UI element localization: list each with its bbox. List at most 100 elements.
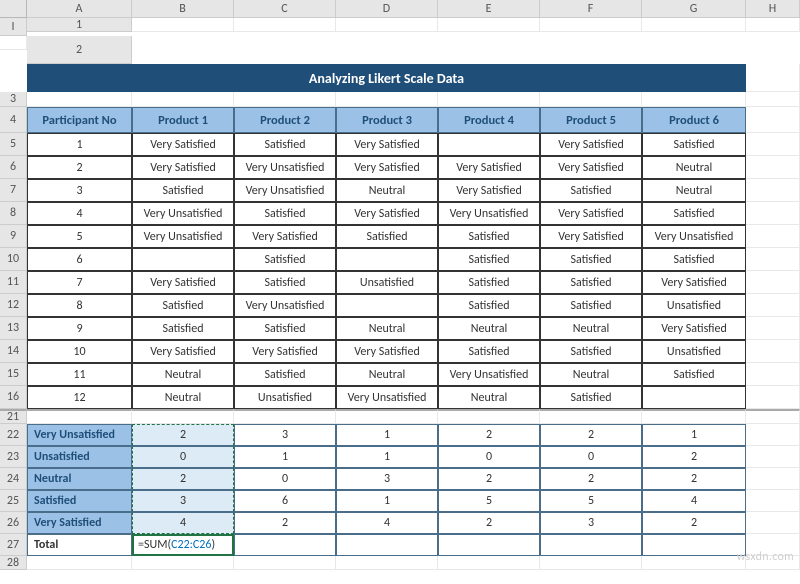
table-cell[interactable]: Unsatisfied xyxy=(336,271,438,294)
summary-cell[interactable] xyxy=(336,534,438,556)
summary-cell[interactable]: 2 xyxy=(132,468,234,490)
cell[interactable] xyxy=(336,18,438,32)
table-cell[interactable]: Very Satisfied xyxy=(540,133,642,156)
table-cell[interactable]: Satisfied xyxy=(132,317,234,340)
table-cell[interactable]: Satisfied xyxy=(540,340,642,363)
cell[interactable] xyxy=(642,18,746,32)
summary-cell[interactable]: 4 xyxy=(642,490,746,512)
table-cell[interactable]: Satisfied xyxy=(132,294,234,317)
table-cell[interactable]: 6 xyxy=(27,248,132,271)
row-header-25[interactable]: 25 xyxy=(0,490,27,512)
cell[interactable] xyxy=(746,386,800,409)
table-cell[interactable]: Very Satisfied xyxy=(132,133,234,156)
table-cell[interactable]: Neutral xyxy=(540,317,642,340)
select-all-corner[interactable] xyxy=(0,0,27,18)
cell[interactable] xyxy=(234,18,336,32)
table-cell[interactable]: Satisfied xyxy=(642,202,746,225)
cell[interactable] xyxy=(746,18,800,32)
row-header-13[interactable]: 13 xyxy=(0,317,27,340)
table-cell[interactable]: Neutral xyxy=(540,363,642,386)
cell[interactable] xyxy=(132,556,234,570)
table-cell[interactable]: Satisfied xyxy=(438,225,540,248)
table-cell[interactable]: Satisfied xyxy=(540,271,642,294)
table-cell[interactable]: 4 xyxy=(27,202,132,225)
table-cell[interactable]: 8 xyxy=(27,294,132,317)
summary-cell[interactable]: 3 xyxy=(540,512,642,534)
row-header-15[interactable]: 15 xyxy=(0,363,27,386)
table-cell[interactable]: Satisfied xyxy=(132,179,234,202)
cell[interactable] xyxy=(746,202,800,225)
cell[interactable] xyxy=(438,18,540,32)
summary-cell[interactable] xyxy=(540,534,642,556)
cell[interactable] xyxy=(642,556,746,570)
row-header-27[interactable]: 27 xyxy=(0,534,27,556)
table-cell[interactable]: Very Satisfied xyxy=(540,225,642,248)
table-cell[interactable]: Satisfied xyxy=(234,271,336,294)
table-cell[interactable]: 3 xyxy=(27,179,132,202)
row-header-12[interactable]: 12 xyxy=(0,294,27,317)
summary-cell[interactable] xyxy=(642,534,746,556)
table-cell[interactable] xyxy=(336,294,438,317)
cell[interactable] xyxy=(746,512,800,534)
cell[interactable] xyxy=(438,92,540,107)
table-cell[interactable]: Satisfied xyxy=(234,248,336,271)
row-header-14[interactable]: 14 xyxy=(0,340,27,363)
cell[interactable] xyxy=(132,18,234,32)
row-header-26[interactable]: 26 xyxy=(0,512,27,534)
table-cell[interactable]: Very Satisfied xyxy=(132,271,234,294)
cell[interactable] xyxy=(234,409,336,424)
summary-cell[interactable]: 2 xyxy=(540,468,642,490)
table-cell[interactable]: Very Satisfied xyxy=(132,156,234,179)
row-header-16[interactable]: 16 xyxy=(0,386,27,409)
cell[interactable] xyxy=(336,92,438,107)
table-cell[interactable]: Very Satisfied xyxy=(336,340,438,363)
table-cell[interactable]: Neutral xyxy=(132,363,234,386)
table-cell[interactable]: Neutral xyxy=(336,317,438,340)
summary-cell[interactable]: 2 xyxy=(132,424,234,446)
cell[interactable] xyxy=(746,340,800,363)
col-header-D[interactable]: D xyxy=(336,0,438,18)
table-cell[interactable]: Neutral xyxy=(336,363,438,386)
row-header-9[interactable]: 9 xyxy=(0,225,27,248)
table-cell[interactable]: Very Satisfied xyxy=(540,202,642,225)
summary-cell[interactable]: 1 xyxy=(642,424,746,446)
row-header-3[interactable]: 3 xyxy=(0,92,27,107)
table-cell[interactable]: Very Unsatisfied xyxy=(438,363,540,386)
table-cell[interactable]: Satisfied xyxy=(540,294,642,317)
table-cell[interactable]: Very Unsatisfied xyxy=(438,202,540,225)
cell[interactable] xyxy=(540,92,642,107)
cell[interactable] xyxy=(746,225,800,248)
table-cell[interactable]: Satisfied xyxy=(234,317,336,340)
summary-cell[interactable]: 5 xyxy=(540,490,642,512)
table-cell[interactable]: Satisfied xyxy=(234,133,336,156)
table-cell[interactable]: 11 xyxy=(27,363,132,386)
cell[interactable] xyxy=(234,92,336,107)
summary-cell[interactable] xyxy=(438,534,540,556)
summary-cell[interactable] xyxy=(234,534,336,556)
row-header-6[interactable]: 6 xyxy=(0,156,27,179)
table-cell[interactable]: Very Satisfied xyxy=(540,156,642,179)
cell[interactable] xyxy=(540,409,642,424)
table-cell[interactable]: Very Unsatisfied xyxy=(234,179,336,202)
row-header-21[interactable]: 21 xyxy=(0,409,27,424)
cell[interactable] xyxy=(746,107,800,133)
cell[interactable] xyxy=(746,363,800,386)
table-cell[interactable]: Neutral xyxy=(132,386,234,409)
row-header-4[interactable]: 4 xyxy=(0,107,27,133)
table-cell[interactable]: 5 xyxy=(27,225,132,248)
summary-cell[interactable]: 4 xyxy=(336,512,438,534)
summary-cell[interactable]: 3 xyxy=(234,424,336,446)
row-header-28[interactable]: 28 xyxy=(0,556,27,570)
summary-cell[interactable]: 3 xyxy=(132,490,234,512)
table-cell[interactable]: Very Unsatisfied xyxy=(234,156,336,179)
table-cell[interactable]: Satisfied xyxy=(540,248,642,271)
table-cell[interactable]: Unsatisfied xyxy=(642,340,746,363)
table-cell[interactable]: Very Unsatisfied xyxy=(234,294,336,317)
table-cell[interactable]: Very Unsatisfied xyxy=(336,386,438,409)
table-cell[interactable]: Unsatisfied xyxy=(642,294,746,317)
cell[interactable] xyxy=(540,556,642,570)
table-cell[interactable]: Satisfied xyxy=(234,363,336,386)
summary-cell[interactable]: 2 xyxy=(642,468,746,490)
row-header-7[interactable]: 7 xyxy=(0,179,27,202)
summary-cell[interactable]: 1 xyxy=(336,446,438,468)
